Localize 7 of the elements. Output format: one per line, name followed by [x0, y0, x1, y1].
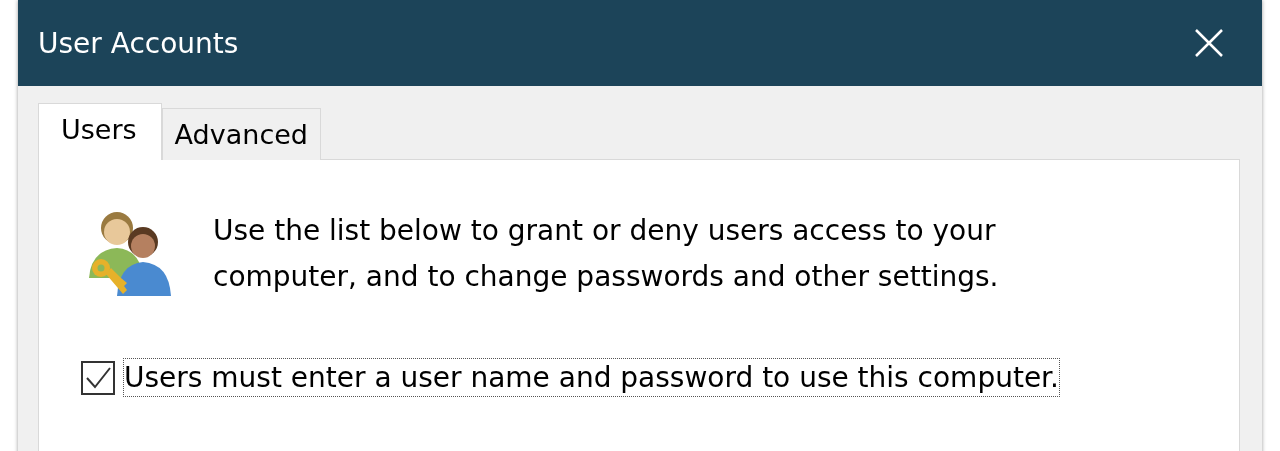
window-title: User Accounts	[38, 26, 239, 60]
tab[interactable]: Advanced	[161, 108, 321, 160]
description-text: Use the list below to grant or deny users access to your computer, and to change passwords and other settings.	[213, 213, 1000, 295]
tab[interactable]: Users	[38, 103, 162, 160]
checkbox[interactable]	[81, 360, 115, 395]
close-icon	[1194, 28, 1224, 58]
checkbox-label[interactable]: Users must enter a user name and password to use this computer.	[123, 358, 1060, 397]
